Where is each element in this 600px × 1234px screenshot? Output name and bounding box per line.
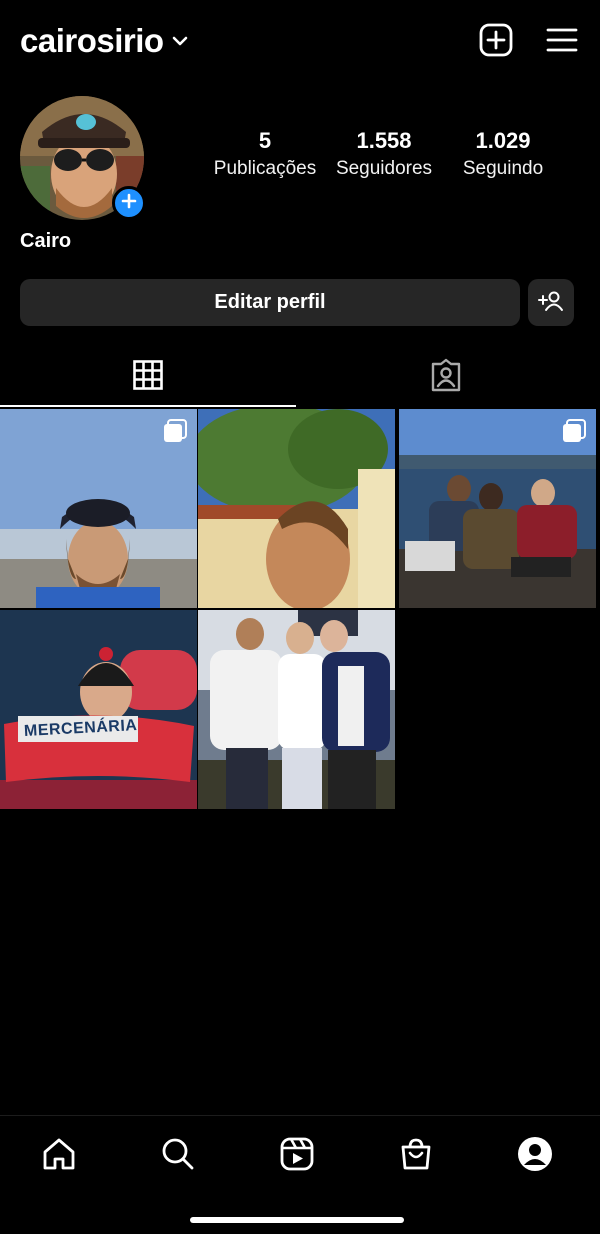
display-name: Cairo [20, 230, 72, 252]
plus-square-icon[interactable] [478, 22, 514, 58]
post-thumbnail[interactable] [198, 610, 395, 809]
hamburger-menu-icon[interactable] [544, 22, 580, 58]
chevron-down-icon [172, 34, 188, 52]
stat-label: Seguidores [335, 158, 433, 179]
stat-label: Seguindo [462, 158, 544, 179]
multiple-photos-icon [163, 419, 187, 448]
post-thumbnail[interactable] [0, 409, 197, 608]
stat-value: 1.029 [475, 128, 531, 153]
post-thumbnail[interactable]: MERCENÁRIA [0, 610, 197, 809]
shop-bag-icon[interactable] [396, 1134, 436, 1174]
search-icon[interactable] [158, 1134, 198, 1174]
add-story-button[interactable] [112, 186, 146, 220]
stat-following[interactable]: 1.029 Seguindo [444, 128, 562, 180]
add-person-icon [538, 290, 564, 315]
profile-avatar-icon[interactable] [515, 1134, 555, 1174]
edit-profile-button[interactable]: Editar perfil [20, 279, 520, 326]
home-indicator [190, 1217, 404, 1223]
post-thumbnail[interactable] [399, 409, 596, 608]
home-icon[interactable] [39, 1134, 79, 1174]
stat-value: 5 [258, 128, 272, 153]
tab-posts-grid[interactable] [0, 348, 296, 406]
active-tab-indicator [0, 405, 296, 407]
stat-posts[interactable]: 5 Publicações [206, 128, 324, 180]
multiple-photos-icon [562, 419, 586, 448]
post-thumbnail[interactable] [198, 409, 395, 608]
profile-avatar[interactable] [20, 96, 146, 222]
stat-label: Publicações [213, 158, 317, 179]
tagged-person-icon [429, 358, 463, 397]
profile-stats: 5 Publicações 1.558 Seguidores 1.029 Seg… [206, 128, 562, 180]
stat-value: 1.558 [356, 128, 412, 153]
bottom-navigation [0, 1115, 600, 1191]
reels-icon[interactable] [277, 1134, 317, 1174]
discover-people-button[interactable] [528, 279, 574, 326]
plus-icon [121, 193, 137, 214]
grid-icon [133, 359, 163, 395]
profile-screen: cairosirio 5 Publicações 1.558 Seguidore… [0, 0, 600, 1234]
profile-tabs [0, 348, 600, 408]
stat-followers[interactable]: 1.558 Seguidores [325, 128, 443, 180]
username: cairosirio [20, 22, 164, 59]
tab-tagged[interactable] [298, 348, 594, 406]
top-bar: cairosirio [20, 18, 580, 66]
account-switcher[interactable]: cairosirio [20, 22, 188, 60]
